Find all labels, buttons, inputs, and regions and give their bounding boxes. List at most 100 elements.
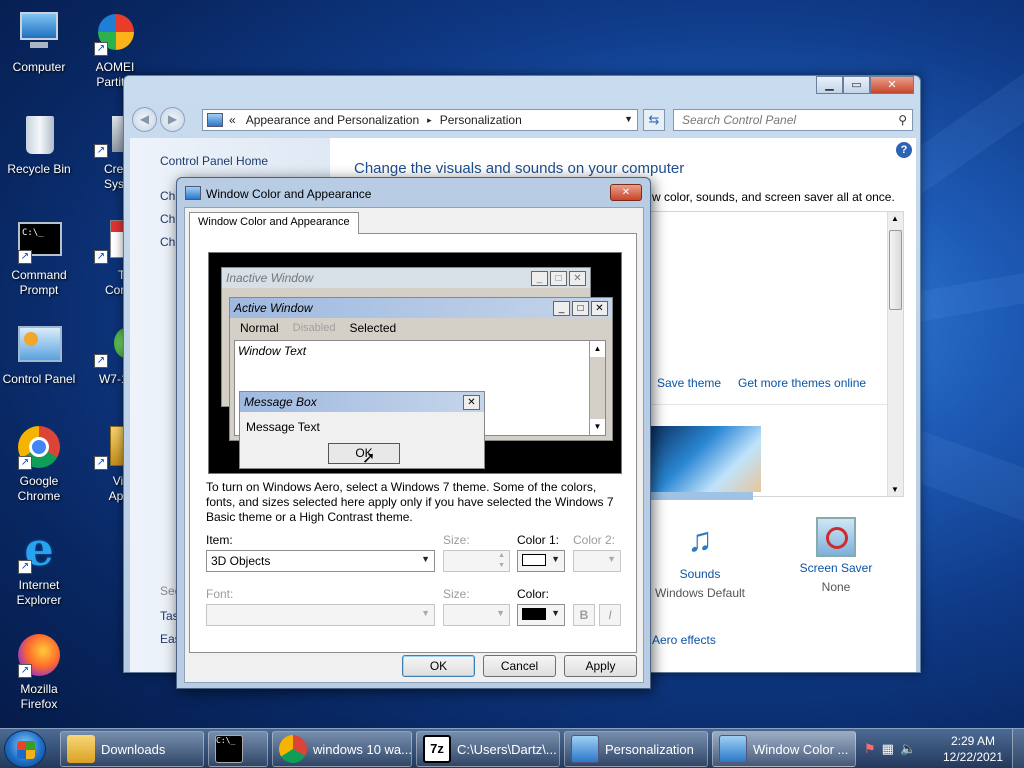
- cancel-button[interactable]: Cancel: [483, 655, 556, 677]
- clock[interactable]: 2:29 AM 12/22/2021: [940, 733, 1006, 765]
- mouse-cursor-icon: ➚: [362, 450, 376, 467]
- screen-saver-value: None: [821, 580, 851, 594]
- shortcut-arrow-icon: ↗: [18, 560, 32, 574]
- refresh-button[interactable]: ⇆: [643, 109, 665, 131]
- menu-disabled[interactable]: Disabled: [293, 322, 336, 334]
- preview-message-box[interactable]: Message Box ✕ Message Text OK ➚: [239, 391, 485, 469]
- active-window-title: Active Window: [234, 301, 313, 315]
- chevron-down-icon: ▼: [551, 554, 560, 564]
- address-dropdown-icon[interactable]: ▼: [624, 114, 633, 124]
- msgbox-title-bar: Message Box ✕: [240, 392, 484, 412]
- sounds-icon: ♫: [687, 521, 713, 559]
- chevron-down-icon: ▼: [421, 554, 430, 564]
- preview-menu-bar: Normal Disabled Selected: [230, 318, 612, 338]
- taskbar-item-label: windows 10 wa...: [313, 741, 412, 757]
- address-bar[interactable]: « Appearance and Personalization ▸ Perso…: [202, 109, 638, 131]
- breadcrumb-personalization[interactable]: Personalization: [440, 113, 522, 127]
- desktop-icon-firefox[interactable]: ↗ Mozilla Firefox: [0, 632, 78, 712]
- taskbar-item-personalization[interactable]: Personalization: [564, 731, 708, 767]
- sounds-item[interactable]: ♫ Sounds Windows Default: [650, 511, 750, 611]
- screen-saver-item[interactable]: Screen Saver None: [786, 511, 886, 611]
- maximize-icon: □: [550, 270, 567, 286]
- taskbar-item-label: C:\Users\Dartz\...: [457, 741, 557, 757]
- close-icon: ✕: [591, 300, 608, 316]
- color2-picker[interactable]: ▼: [573, 550, 621, 572]
- dialog-close-button[interactable]: ✕: [610, 184, 642, 201]
- clock-date: 12/22/2021: [942, 750, 1004, 764]
- firefox-icon: ↗: [16, 632, 62, 678]
- left-task-link-3[interactable]: Ch: [160, 235, 175, 249]
- left-task-link-1[interactable]: Ch: [160, 189, 175, 203]
- ie-icon: e ↗: [16, 526, 62, 574]
- shortcut-arrow-icon: ↗: [94, 456, 108, 470]
- minimize-button[interactable]: ▁: [816, 76, 843, 94]
- tab-window-color[interactable]: Window Color and Appearance: [189, 212, 359, 234]
- desktop-icon-internet-explorer[interactable]: e ↗ Internet Explorer: [0, 526, 78, 608]
- search-input[interactable]: Search Control Panel ⚲: [673, 109, 913, 131]
- color1-picker[interactable]: ▼: [517, 550, 565, 572]
- show-desktop-button[interactable]: [1012, 729, 1024, 768]
- screen-saver-icon: [816, 517, 856, 557]
- desktop-icon-label: Command Prompt: [11, 268, 67, 297]
- breadcrumb-separator[interactable]: ▸: [427, 115, 432, 126]
- font-size-dropdown[interactable]: ▼: [443, 604, 510, 626]
- scroll-down-icon[interactable]: ▼: [891, 485, 899, 494]
- size-label: Size:: [443, 533, 470, 547]
- size-spinner[interactable]: ▲ ▼: [443, 550, 510, 572]
- breadcrumb-appearance[interactable]: Appearance and Personalization: [246, 113, 419, 127]
- desktop-icon-label: Mozilla Firefox: [20, 682, 58, 711]
- network-icon[interactable]: ▦: [882, 741, 894, 757]
- get-more-themes-link[interactable]: Get more themes online: [738, 376, 866, 390]
- sounds-label: Sounds: [679, 567, 721, 581]
- desktop-icon-command-prompt[interactable]: C:\_ ↗ Command Prompt: [0, 218, 78, 298]
- search-placeholder: Search Control Panel: [682, 113, 797, 127]
- aero-effects-link[interactable]: Aero effects: [652, 633, 716, 647]
- taskbar-item-downloads[interactable]: Downloads: [60, 731, 204, 767]
- scroll-down-icon: ▼: [590, 419, 605, 435]
- appearance-preview[interactable]: Inactive Window _ □ ✕ Active Window _ □ …: [208, 252, 622, 474]
- left-task-link-2[interactable]: Ch: [160, 212, 175, 226]
- save-theme-link[interactable]: Save theme: [657, 376, 721, 390]
- theme-thumbnail[interactable]: [651, 426, 761, 492]
- taskbar-item-label: Downloads: [101, 741, 166, 757]
- taskbar-item-cmd[interactable]: C:\_: [208, 731, 268, 767]
- volume-icon[interactable]: 🔈: [900, 741, 916, 757]
- bold-button[interactable]: B: [573, 604, 595, 626]
- shortcut-arrow-icon: ↗: [18, 250, 32, 264]
- help-icon[interactable]: ?: [896, 142, 912, 158]
- back-button[interactable]: ◀: [132, 107, 157, 132]
- font-color-picker[interactable]: ▼: [517, 604, 565, 626]
- taskbar-item-chrome[interactable]: windows 10 wa...: [272, 731, 412, 767]
- menu-selected[interactable]: Selected: [349, 321, 396, 335]
- shortcut-arrow-icon: ↗: [94, 250, 108, 264]
- taskbar-item-7zip[interactable]: 7z C:\Users\Dartz\...: [416, 731, 560, 767]
- italic-button[interactable]: I: [599, 604, 621, 626]
- desktop-icon-chrome[interactable]: ↗ Google Chrome: [0, 424, 78, 504]
- control-panel-home-link[interactable]: Control Panel Home: [160, 154, 268, 168]
- breadcrumb-overflow[interactable]: «: [229, 113, 236, 127]
- personalization-icon: [571, 735, 599, 763]
- item-dropdown[interactable]: 3D Objects ▼: [206, 550, 435, 572]
- window-text: Window Text: [238, 344, 307, 358]
- control-panel-icon: [16, 322, 62, 368]
- ok-button[interactable]: OK: [402, 655, 475, 677]
- sounds-value: Windows Default: [654, 586, 746, 600]
- desktop-icon-computer[interactable]: Computer: [0, 10, 78, 75]
- desktop-icon-control-panel[interactable]: Control Panel: [0, 322, 78, 387]
- taskbar-item-window-color[interactable]: Window Color ...: [712, 731, 856, 767]
- start-button[interactable]: [4, 730, 46, 768]
- font-label: Font:: [206, 587, 234, 601]
- chevron-down-icon: ▼: [607, 554, 616, 564]
- desktop-icon-recycle-bin[interactable]: Recycle Bin: [0, 112, 78, 177]
- menu-normal[interactable]: Normal: [240, 321, 279, 335]
- scroll-thumb[interactable]: [889, 230, 902, 310]
- apply-button[interactable]: Apply: [564, 655, 637, 677]
- themes-scrollbar[interactable]: ▲ ▼: [887, 212, 903, 496]
- forward-button[interactable]: ▶: [160, 107, 185, 132]
- preview-scrollbar[interactable]: ▲ ▼: [589, 341, 605, 435]
- scroll-up-icon[interactable]: ▲: [891, 214, 899, 223]
- font-dropdown[interactable]: ▼: [206, 604, 435, 626]
- maximize-button[interactable]: ▭: [843, 76, 870, 94]
- action-center-icon[interactable]: ⚑: [864, 741, 876, 757]
- close-button[interactable]: ✕: [870, 76, 914, 94]
